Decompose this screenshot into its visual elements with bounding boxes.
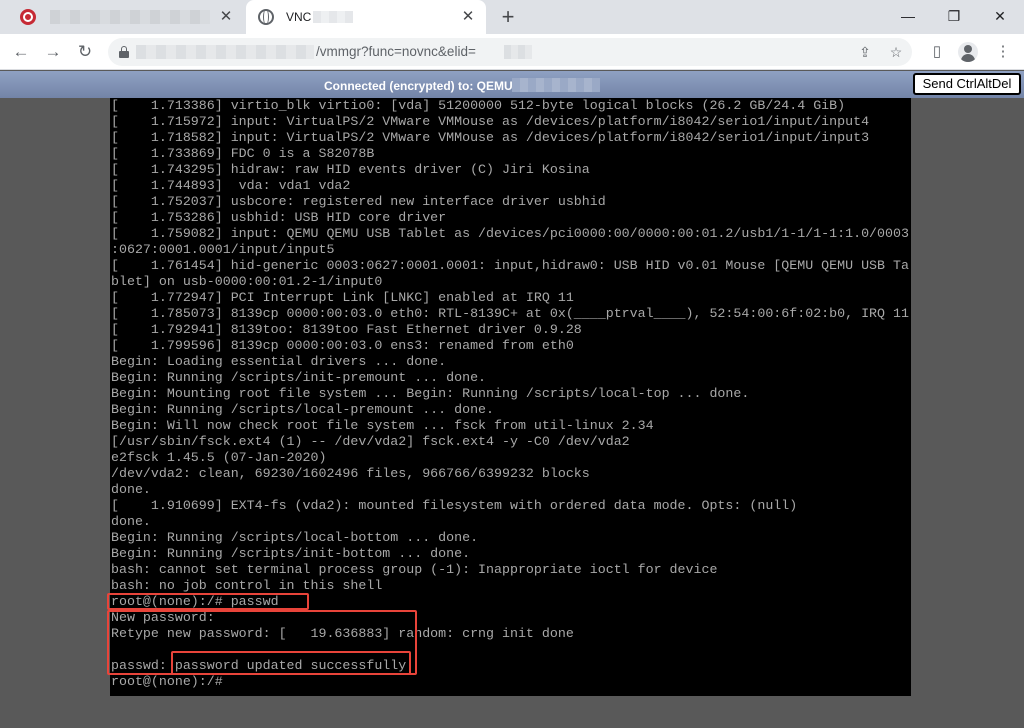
console-line: bash: cannot set terminal process group … xyxy=(111,562,718,577)
highlight-success-message xyxy=(171,651,411,675)
console-line: [ 1.715972] input: VirtualPS/2 VMware VM… xyxy=(111,114,870,129)
bookmark-star-icon[interactable]: ☆ xyxy=(887,43,905,61)
console-line: Begin: Running /scripts/local-bottom ...… xyxy=(111,530,479,545)
console-line: [ 1.759082] input: QEMU QEMU USB Tablet … xyxy=(111,226,909,241)
reload-icon[interactable]: ↻ xyxy=(74,41,96,63)
forward-icon[interactable]: → xyxy=(42,41,64,63)
console-line: [/usr/sbin/fsck.ext4 (1) -- /dev/vda2] f… xyxy=(111,434,630,449)
highlight-passwd-command xyxy=(107,593,309,610)
console-line: bash: no job control in this shell xyxy=(111,578,383,593)
console-line: [ 1.713386] virtio_blk virtio0: [vda] 51… xyxy=(111,98,846,113)
tab-vnc[interactable]: VNC ✕ xyxy=(246,0,486,34)
vnc-status-bar: Connected (encrypted) to: QEMU Send Ctrl… xyxy=(0,71,1024,98)
lock-icon[interactable] xyxy=(119,46,129,58)
close-icon[interactable]: ✕ xyxy=(460,9,476,25)
side-panel-icon[interactable]: ▯ xyxy=(926,41,948,63)
url-redacted xyxy=(136,45,314,59)
globe-icon xyxy=(258,9,274,25)
console-line: [ 1.752037] usbcore: registered new inte… xyxy=(111,194,606,209)
send-ctrl-alt-del-button[interactable]: Send CtrlAltDel xyxy=(913,73,1021,95)
tab-1[interactable]: ✕ xyxy=(8,0,244,34)
profile-avatar[interactable] xyxy=(958,42,978,62)
console-line: blet] on usb-0000:00:01.2-1/input0 xyxy=(111,274,383,289)
restore-icon[interactable]: ❐ xyxy=(944,6,964,26)
url-text: /vmmgr?func=novnc&elid= xyxy=(316,44,476,59)
console-line: [ 1.733869] FDC 0 is a S82078B xyxy=(111,146,375,161)
tab-title-redacted xyxy=(50,10,210,24)
share-icon[interactable]: ⇪ xyxy=(856,43,874,61)
vm-name-redacted xyxy=(512,78,600,92)
console-line: Begin: Will now check root file system .… xyxy=(111,418,654,433)
browser-toolbar: ← → ↻ /vmmgr?func=novnc&elid= ⇪ ☆ ▯ ⋮ xyxy=(0,34,1024,70)
console-line: root@(none):/# xyxy=(111,674,223,689)
menu-icon[interactable]: ⋮ xyxy=(992,41,1014,63)
console-line: [ 1.792941] 8139too: 8139too Fast Ethern… xyxy=(111,322,582,337)
console-line: Begin: Running /scripts/local-premount .… xyxy=(111,402,495,417)
console-line: :0627:0001.0001/input/input5 xyxy=(111,242,335,257)
console-line: [ 1.743295] hidraw: raw HID events drive… xyxy=(111,162,590,177)
site-favicon-icon xyxy=(20,9,36,25)
console-line: Begin: Running /scripts/init-premount ..… xyxy=(111,370,487,385)
tab-title: VNC xyxy=(286,10,312,24)
console-line: Begin: Running /scripts/init-bottom ... … xyxy=(111,546,471,561)
connection-status: Connected (encrypted) to: QEMU xyxy=(324,79,513,93)
console-line: [ 1.910699] EXT4-fs (vda2): mounted file… xyxy=(111,498,798,513)
url-redacted xyxy=(504,45,532,59)
console-line: [ 1.744893] vda: vda1 vda2 xyxy=(111,178,351,193)
console-line: [ 1.718582] input: VirtualPS/2 VMware VM… xyxy=(111,130,870,145)
console-line: /dev/vda2: clean, 69230/1602496 files, 9… xyxy=(111,466,590,481)
close-icon[interactable]: ✕ xyxy=(218,9,234,25)
console-line: done. xyxy=(111,482,151,497)
tab-title-redacted xyxy=(313,11,354,23)
console-line: [ 1.761454] hid-generic 0003:0627:0001.0… xyxy=(111,258,909,273)
window-close-icon[interactable]: ✕ xyxy=(990,6,1010,26)
console-line: [ 1.799596] 8139cp 0000:00:03.0 ens3: re… xyxy=(111,338,574,353)
address-bar[interactable]: /vmmgr?func=novnc&elid= ⇪ ☆ xyxy=(108,38,912,66)
console-line: Begin: Mounting root file system ... Beg… xyxy=(111,386,750,401)
back-icon[interactable]: ← xyxy=(10,41,32,63)
new-tab-icon[interactable]: + xyxy=(498,6,518,28)
minimize-icon[interactable]: — xyxy=(898,6,918,26)
console-line: [ 1.753286] usbhid: USB HID core driver xyxy=(111,210,447,225)
tab-strip: ✕ VNC ✕ + — ❐ ✕ xyxy=(0,0,1024,34)
console-line: [ 1.772947] PCI Interrupt Link [LNKC] en… xyxy=(111,290,574,305)
console-line: Begin: Loading essential drivers ... don… xyxy=(111,354,447,369)
console-line: done. xyxy=(111,514,151,529)
console-line: e2fsck 1.45.5 (07-Jan-2020) xyxy=(111,450,327,465)
console-line: [ 1.785073] 8139cp 0000:00:03.0 eth0: RT… xyxy=(111,306,909,321)
